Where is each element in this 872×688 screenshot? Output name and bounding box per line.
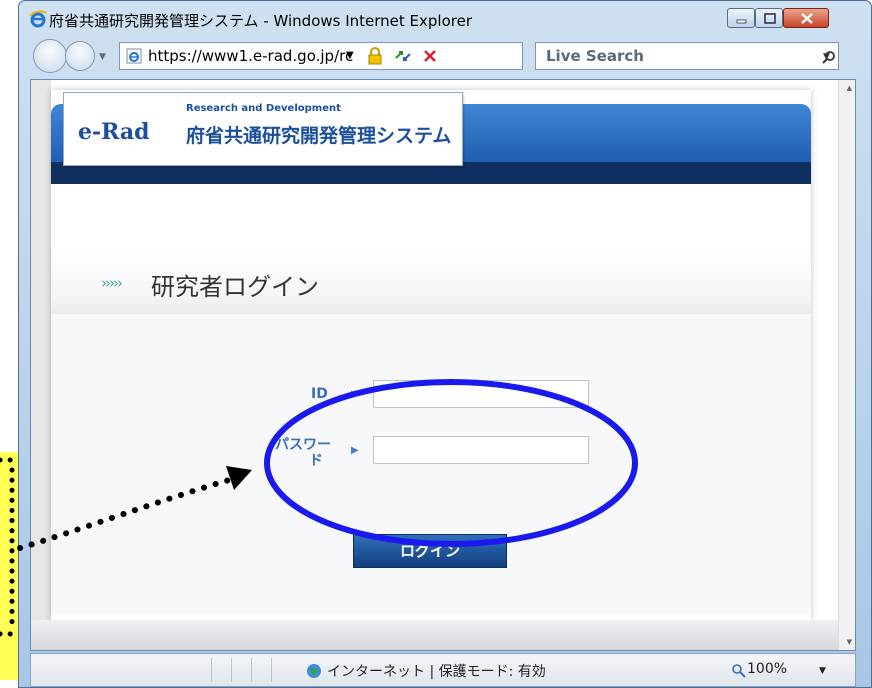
page-content: e-Rad Research and Development 府省共通研究開発管… bbox=[51, 90, 811, 620]
login-form: ID ▶ パスワー ド ▶ ログイン bbox=[51, 314, 811, 614]
lock-icon[interactable] bbox=[366, 47, 384, 65]
login-button[interactable]: ログイン bbox=[353, 534, 507, 568]
id-input[interactable] bbox=[373, 380, 589, 408]
logo-japanese-title: 府省共通研究開発管理システム bbox=[186, 125, 452, 147]
address-dropdown-icon[interactable]: ▼ bbox=[346, 50, 354, 61]
scroll-up-icon[interactable]: ▲ bbox=[847, 84, 852, 92]
vertical-scrollbar[interactable]: ▲ ▼ bbox=[838, 80, 855, 650]
password-input[interactable] bbox=[373, 436, 589, 464]
chevrons-icon: ››››› bbox=[101, 274, 123, 292]
back-button[interactable] bbox=[33, 39, 67, 73]
security-zone-text[interactable]: インターネット | 保護モード: 有効 bbox=[327, 661, 546, 681]
title-bar: 府省共通研究開発管理システム - Windows Internet Explor… bbox=[19, 1, 871, 41]
id-label: ID bbox=[311, 386, 328, 402]
internet-zone-icon[interactable] bbox=[305, 662, 323, 680]
address-bar[interactable]: https://www1.e-rad.go.jp/rc ▼ bbox=[119, 42, 523, 70]
page-icon bbox=[126, 48, 142, 64]
browser-window: 府省共通研究開発管理システム - Windows Internet Explor… bbox=[18, 0, 872, 688]
stop-icon[interactable] bbox=[420, 46, 440, 66]
scroll-down-icon[interactable]: ▼ bbox=[847, 638, 852, 646]
window-title: 府省共通研究開発管理システム - Windows Internet Explor… bbox=[49, 12, 473, 30]
logo-erad-text: e-Rad bbox=[78, 119, 150, 145]
page-viewport: e-Rad Research and Development 府省共通研究開発管… bbox=[30, 79, 856, 651]
page-footer-band bbox=[31, 620, 855, 650]
close-button[interactable] bbox=[783, 8, 829, 28]
address-url[interactable]: https://www1.e-rad.go.jp/rc bbox=[148, 47, 353, 65]
search-box[interactable]: Live Search bbox=[535, 42, 839, 70]
yellow-callout-box bbox=[0, 452, 18, 680]
login-title-bar: ››››› 研究者ログイン bbox=[51, 250, 811, 314]
zoom-icon[interactable] bbox=[731, 663, 747, 679]
navigation-bar: ▼ https://www1.e-rad.go.jp/rc ▼ Live Sea… bbox=[19, 37, 871, 77]
minimize-icon bbox=[736, 19, 747, 24]
zoom-dropdown-icon[interactable]: ▼ bbox=[819, 666, 826, 676]
close-icon bbox=[801, 13, 813, 24]
status-bar: インターネット | 保護モード: 有効 100% ▼ bbox=[30, 653, 856, 687]
forward-button[interactable] bbox=[65, 41, 95, 71]
ie-logo-icon bbox=[29, 10, 47, 28]
refresh-icon[interactable] bbox=[392, 46, 414, 66]
password-arrow-icon: ▶ bbox=[351, 445, 359, 456]
logo-subtitle: Research and Development bbox=[186, 103, 341, 114]
search-placeholder[interactable]: Live Search bbox=[546, 47, 644, 65]
search-options-dropdown-icon[interactable]: ▼ bbox=[823, 52, 830, 62]
maximize-button[interactable] bbox=[755, 8, 783, 28]
history-dropdown-icon[interactable]: ▼ bbox=[99, 52, 106, 62]
password-label-line2: ド bbox=[309, 453, 323, 469]
minimize-button[interactable] bbox=[727, 8, 755, 28]
page-title: 研究者ログイン bbox=[151, 273, 319, 301]
erad-logo[interactable]: e-Rad Research and Development 府省共通研究開発管… bbox=[63, 92, 463, 166]
maximize-icon bbox=[764, 13, 776, 24]
id-arrow-icon: ▶ bbox=[351, 389, 359, 400]
zoom-level[interactable]: 100% bbox=[747, 661, 787, 677]
